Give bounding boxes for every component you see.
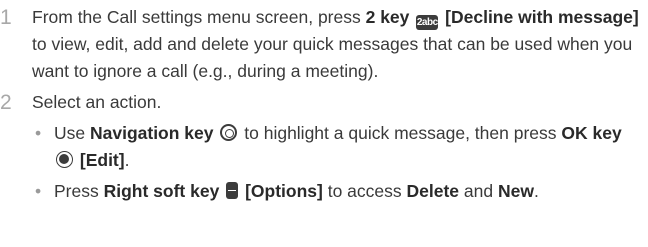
text-run: Use	[54, 123, 90, 143]
key-name-ok: OK key	[561, 123, 622, 143]
navigation-key-icon	[220, 124, 238, 141]
key-name-2: 2 key	[365, 7, 410, 27]
text-run: .	[533, 181, 539, 201]
text-run: From the Call settings menu screen, pres…	[32, 7, 366, 27]
step-text: From the Call settings menu screen, pres…	[32, 4, 640, 85]
text-run: to view, edit, add and delete your quick…	[32, 34, 633, 81]
key-name-right-soft: Right soft key	[103, 181, 220, 201]
menu-option-decline-with-message: [Decline with message]	[445, 7, 639, 27]
ok-key-icon	[56, 151, 73, 168]
text-run: and	[459, 181, 498, 201]
key-2-icon: 2abc	[416, 15, 439, 30]
instructions-page: 1 From the Call settings menu screen, pr…	[0, 0, 648, 247]
text-run: to access	[322, 181, 407, 201]
list-item: • Press Right soft key [Options] to acce…	[32, 178, 640, 205]
step-number: 2	[0, 91, 12, 114]
step-number: 1	[0, 6, 12, 29]
bullet-dot: •	[35, 181, 42, 201]
menu-option-new: New	[497, 181, 534, 201]
menu-option-delete: Delete	[406, 181, 460, 201]
bullet-dot: •	[35, 123, 42, 143]
menu-option-options: [Options]	[245, 181, 323, 201]
text-run: .	[124, 150, 130, 170]
text-run: to highlight a quick message, then press	[239, 123, 562, 143]
text-run: Press	[54, 181, 104, 201]
key-name-navigation: Navigation key	[89, 123, 214, 143]
step-text: Select an action.	[32, 92, 162, 112]
menu-option-edit: [Edit]	[79, 150, 125, 170]
step-1: 1 From the Call settings menu screen, pr…	[0, 4, 640, 85]
action-list: • Use Navigation key to highlight a quic…	[32, 120, 640, 205]
list-item: • Use Navigation key to highlight a quic…	[32, 120, 640, 174]
step-2: 2 Select an action. • Use Navigation key…	[0, 89, 640, 205]
right-soft-key-icon	[226, 182, 239, 199]
